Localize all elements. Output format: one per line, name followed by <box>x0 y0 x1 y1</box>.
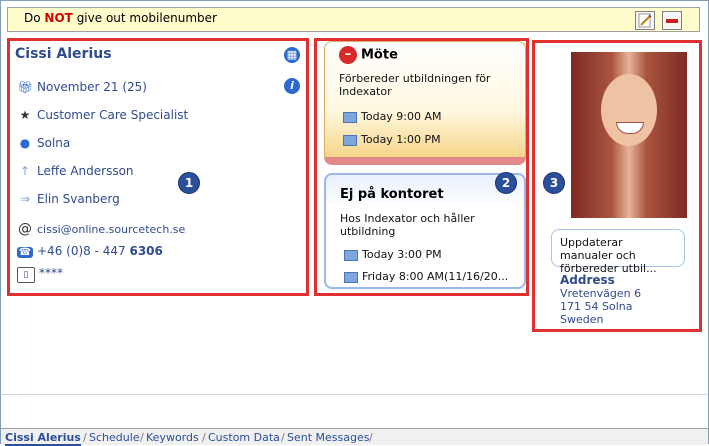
arrow-up-icon: ↑ <box>19 164 31 178</box>
phone-row[interactable]: ☎ +46 (0)8 - 447 6306 <box>17 244 163 258</box>
calendar-entry-out-of-office[interactable]: Ej på kontoret Hos Indexator och håller … <box>324 173 526 289</box>
address-label: Address <box>560 273 615 287</box>
manager-link[interactable]: Leffe Andersson <box>37 164 134 178</box>
arrow-right-icon: ⇒ <box>19 192 31 206</box>
job-title-text: Customer Care Specialist <box>37 108 189 122</box>
info-icon[interactable]: i <box>284 78 300 94</box>
birthday-row: 🎁︎ November 21 (25) <box>17 80 147 94</box>
out-of-office-start-text: Today 3:00 PM <box>362 248 442 261</box>
start-flag-icon <box>343 111 357 123</box>
meeting-description: Förbereder utbildningen för Indexator <box>339 72 491 98</box>
tab-custom-data[interactable]: Custom Data <box>208 431 280 444</box>
address-postal: 171 54 Solna <box>560 300 633 313</box>
at-icon: @ <box>18 221 32 237</box>
divider <box>2 394 707 395</box>
email-row[interactable]: @ cissi@online.sourcetech.se <box>17 221 185 237</box>
title-row: ★ Customer Care Specialist <box>17 108 189 122</box>
note-text-suffix: give out mobilenumber <box>76 11 217 25</box>
location-text: Solna <box>37 136 71 150</box>
out-of-office-title: Ej på kontoret <box>340 187 444 202</box>
chat-icon[interactable]: ▦ <box>284 47 300 63</box>
note-bar: Do NOT give out mobilenumber <box>7 7 700 32</box>
tab-separator: / <box>83 431 87 444</box>
delete-note-button[interactable] <box>662 11 682 30</box>
edit-note-button[interactable] <box>635 11 655 30</box>
meeting-start: Today 9:00 AM <box>343 110 442 123</box>
meeting-start-text: Today 9:00 AM <box>361 110 442 123</box>
end-flag-icon <box>343 134 357 146</box>
tab-separator: / <box>140 431 144 444</box>
tab-keywords[interactable]: Keywords <box>146 431 199 444</box>
delete-icon <box>666 19 678 23</box>
map-pin-icon: ● <box>19 136 31 150</box>
no-entry-icon: – <box>339 46 357 64</box>
tab-schedule[interactable]: Schedule <box>89 431 140 444</box>
gift-icon: 🎁︎ <box>17 80 33 94</box>
contact-card-window: Do NOT give out mobilenumber Cissi Aleri… <box>0 0 709 446</box>
out-of-office-description: Hos Indexator och håller utbildning <box>340 212 475 238</box>
note-text: Do NOT give out mobilenumber <box>24 11 217 25</box>
tab-strip: Cissi Alerius / Schedule / Keywords / Cu… <box>1 428 708 446</box>
tab-separator: / <box>202 431 206 444</box>
email-link[interactable]: cissi@online.sourcetech.se <box>37 223 185 236</box>
calendar-entry-title: – Möte <box>339 46 398 64</box>
mobile-row: ▯ **** <box>17 266 63 283</box>
substitute-link[interactable]: Elin Svanberg <box>37 192 120 206</box>
mobile-text: **** <box>39 266 63 280</box>
note-text-emphasis: NOT <box>44 11 73 25</box>
contact-name: Cissi Alerius <box>15 46 112 62</box>
out-of-office-end: Friday 8:00 AM(11/16/20... <box>344 270 508 283</box>
callout-badge-2: 2 <box>495 172 517 194</box>
tab-separator: / <box>369 431 373 444</box>
pencil-icon <box>638 13 652 28</box>
meeting-end-text: Today 1:00 PM <box>361 133 441 146</box>
out-of-office-start: Today 3:00 PM <box>344 248 442 261</box>
callout-badge-1: 1 <box>178 172 200 194</box>
meeting-end: Today 1:00 PM <box>343 133 441 146</box>
star-icon: ★ <box>19 108 31 122</box>
birthday-text: November 21 (25) <box>37 80 147 94</box>
out-of-office-end-text: Friday 8:00 AM(11/16/20... <box>362 270 509 283</box>
end-flag-icon <box>344 271 358 283</box>
address-street: Vretenvägen 6 <box>560 287 642 300</box>
note-text-prefix: Do <box>24 11 41 25</box>
calendar-entry-meeting[interactable]: – Möte Förbereder utbildningen för Indexa… <box>324 41 526 165</box>
substitute-row[interactable]: ⇒ Elin Svanberg <box>17 192 120 206</box>
start-flag-icon <box>344 249 358 261</box>
mobile-icon: ▯ <box>17 267 35 283</box>
location-row: ● Solna <box>17 136 71 150</box>
tab-sent-messages[interactable]: Sent Messages <box>287 431 369 444</box>
face-shape <box>601 74 657 146</box>
meeting-title: Möte <box>361 47 398 63</box>
tab-separator: / <box>281 431 285 444</box>
address-country: Sweden <box>560 313 604 326</box>
phone-icon: ☎ <box>17 247 33 258</box>
manager-row[interactable]: ↑ Leffe Andersson <box>17 164 134 178</box>
phone-prefix[interactable]: +46 (0)8 - 447 <box>37 244 126 258</box>
phone-extension[interactable]: 6306 <box>129 244 162 258</box>
profile-photo <box>571 52 687 218</box>
status-bubble: Uppdaterar manualer och förbereder utbil… <box>551 229 685 275</box>
